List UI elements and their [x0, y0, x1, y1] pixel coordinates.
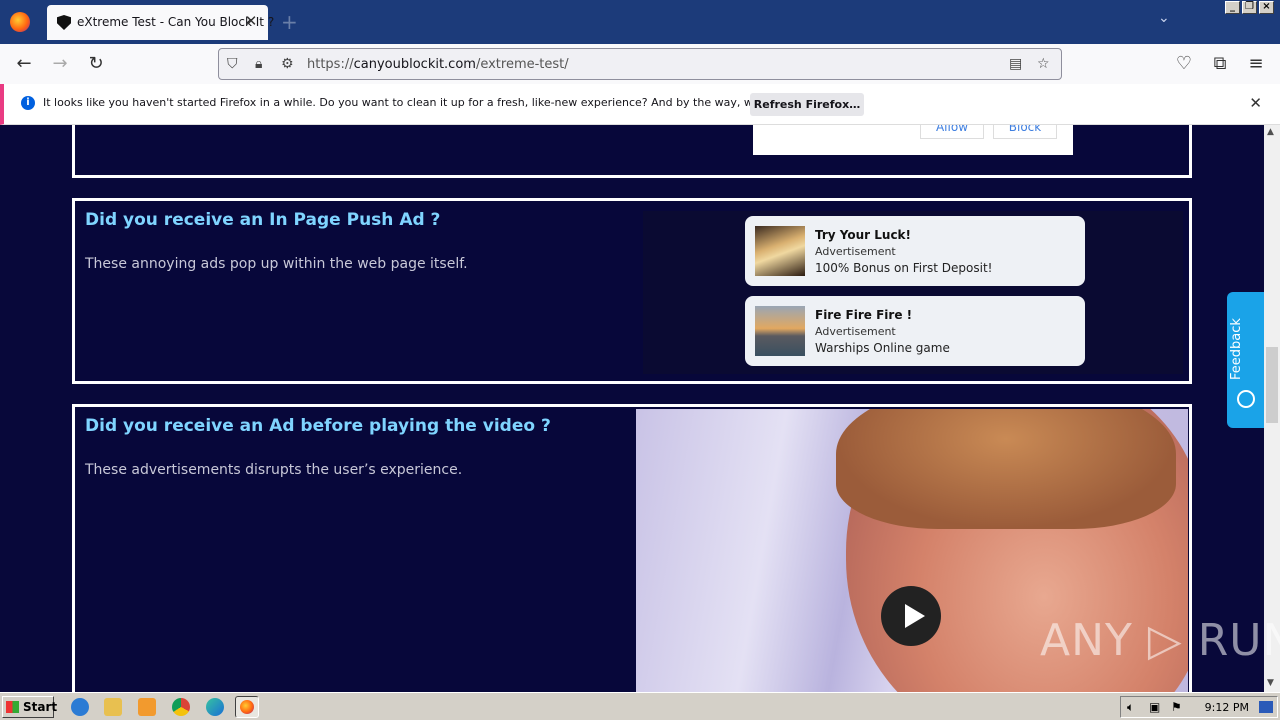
bookmark-star-icon[interactable]: ☆: [1037, 56, 1050, 72]
url-path: /extreme-test/: [475, 57, 569, 72]
reload-icon[interactable]: ↻: [85, 53, 107, 75]
push-ad-1-title: Try Your Luck!: [815, 228, 912, 242]
tab-close-icon[interactable]: ✕: [242, 12, 260, 30]
notification-card: Allow Block: [72, 125, 1192, 178]
flag-icon[interactable]: ⚑: [1171, 700, 1182, 714]
feedback-chat-icon: [1237, 390, 1255, 408]
forward-icon[interactable]: →: [49, 53, 71, 75]
notification-text: It looks like you haven't started Firefo…: [43, 96, 827, 109]
pocket-icon[interactable]: ♡: [1173, 53, 1195, 75]
push-ad-2-title: Fire Fire Fire !: [815, 308, 913, 322]
url-domain: canyoublockit.com: [353, 57, 476, 72]
menu-icon[interactable]: ≡: [1245, 53, 1267, 75]
url-prefix: https://: [307, 57, 354, 72]
push-ad-1[interactable]: Try Your Luck! Advertisement 100% Bonus …: [745, 216, 1085, 286]
minimize-button[interactable]: _: [1225, 1, 1240, 14]
firefox-taskbar-icon: [240, 700, 254, 714]
start-label: Start: [23, 700, 58, 714]
permission-prompt: Allow Block: [753, 125, 1073, 155]
windows-flag-icon: [6, 701, 19, 713]
firefox-logo-icon[interactable]: [10, 12, 30, 32]
close-window-button[interactable]: ×: [1259, 1, 1274, 14]
video-ad-card: Did you receive an Ad before playing the…: [72, 404, 1192, 692]
taskbar: Start 🔈︎ ▣ ⚑ 9:12 PM: [0, 692, 1280, 720]
push-ad-1-image: [755, 226, 805, 276]
network-icon[interactable]: ▣: [1149, 700, 1160, 714]
url-text: https://canyoublockit.com/extreme-test/: [307, 57, 569, 72]
allow-button[interactable]: Allow: [920, 125, 984, 139]
ie-icon[interactable]: [71, 698, 89, 716]
scroll-down-icon[interactable]: ▼: [1267, 678, 1274, 688]
permissions-icon[interactable]: ⚙︎: [281, 56, 294, 72]
block-button[interactable]: Block: [993, 125, 1057, 139]
back-icon[interactable]: ←: [13, 53, 35, 75]
chrome-icon[interactable]: [172, 698, 190, 716]
push-section-description: These annoying ads pop up within the web…: [85, 256, 468, 272]
navigation-bar: ← → ↻ ⛉ 🔒︎ ⚙︎ https://canyoublockit.com/…: [0, 44, 1280, 84]
page-scrollbar[interactable]: ▲ ▼: [1264, 125, 1280, 692]
video-section-description: These advertisements disrupts the user’s…: [85, 462, 463, 478]
push-ad-1-subtitle: Advertisement: [815, 245, 896, 258]
push-ad-2-image: [755, 306, 805, 356]
video-frame-hair: [836, 409, 1176, 529]
list-tabs-chevron-icon[interactable]: ⌄: [1158, 10, 1170, 26]
info-icon: i: [21, 96, 35, 110]
play-button-icon[interactable]: [881, 586, 941, 646]
push-ad-1-body: 100% Bonus on First Deposit!: [815, 261, 993, 275]
url-bar[interactable]: ⛉ 🔒︎ ⚙︎ https://canyoublockit.com/extrem…: [218, 48, 1062, 80]
firefox-taskbar-button[interactable]: [235, 696, 259, 718]
clock: 9:12 PM: [1204, 701, 1249, 714]
tab-active[interactable]: eXtreme Test - Can You Block It ? ✕: [47, 5, 274, 40]
push-ad-card: Did you receive an In Page Push Ad ? The…: [72, 198, 1192, 384]
new-tab-button[interactable]: +: [281, 10, 298, 34]
push-ad-2-subtitle: Advertisement: [815, 325, 896, 338]
refresh-firefox-button[interactable]: Refresh Firefox…: [750, 93, 864, 116]
volume-icon[interactable]: 🔈︎: [1127, 700, 1134, 715]
notification-close-icon[interactable]: ✕: [1249, 94, 1262, 112]
scroll-up-icon[interactable]: ▲: [1267, 127, 1274, 137]
start-button[interactable]: Start: [2, 696, 58, 718]
anyrun-watermark: ANY ▷ RUN: [1040, 615, 1280, 666]
media-player-icon[interactable]: [138, 698, 156, 716]
show-desktop-icon[interactable]: [1259, 701, 1273, 713]
push-ad-2[interactable]: Fire Fire Fire ! Advertisement Warships …: [745, 296, 1085, 366]
scrollbar-thumb[interactable]: [1266, 347, 1278, 423]
reader-view-icon[interactable]: ▤: [1009, 56, 1022, 72]
page-content: Allow Block Did you receive an In Page P…: [0, 125, 1264, 692]
feedback-tab[interactable]: Feedback: [1227, 292, 1264, 428]
system-tray: 🔈︎ ▣ ⚑ 9:12 PM: [1120, 696, 1278, 718]
edge-icon[interactable]: [206, 698, 224, 716]
restore-button[interactable]: ❐: [1242, 1, 1257, 14]
shield-icon: [57, 15, 71, 30]
folder-icon[interactable]: [104, 698, 122, 716]
video-section-title: Did you receive an Ad before playing the…: [85, 416, 551, 436]
notification-bar: i It looks like you haven't started Fire…: [0, 84, 1280, 125]
extensions-icon[interactable]: ⧉: [1209, 53, 1231, 75]
tab-strip: eXtreme Test - Can You Block It ? ✕ + ⌄ …: [0, 0, 1280, 44]
lock-icon[interactable]: 🔒︎: [255, 56, 262, 72]
tracking-shield-icon[interactable]: ⛉: [227, 56, 238, 72]
push-section-title: Did you receive an In Page Push Ad ?: [85, 210, 441, 230]
window-controls: _ ❐ ×: [1225, 1, 1274, 14]
push-ad-2-body: Warships Online game: [815, 341, 950, 355]
feedback-label: Feedback: [1229, 318, 1244, 380]
